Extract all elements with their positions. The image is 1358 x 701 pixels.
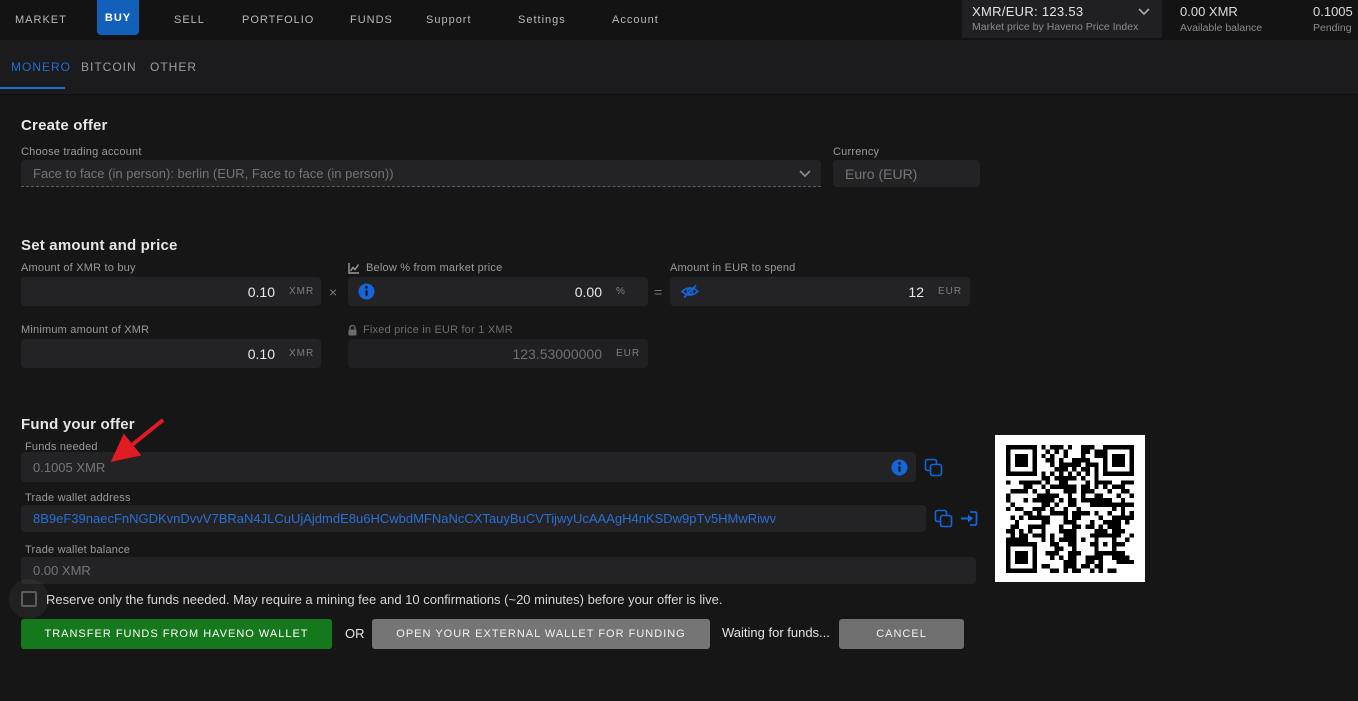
reserve-funds-checkbox[interactable] — [21, 591, 37, 607]
nav-item-settings[interactable]: Settings — [518, 0, 566, 40]
external-wallet-button[interactable]: OPEN YOUR EXTERNAL WALLET FOR FUNDING — [372, 619, 710, 649]
qr-code-image — [1006, 445, 1134, 573]
funds-needed-value: 0.1005 XMR — [33, 460, 891, 475]
available-balance: 0.00 XMR Available balance — [1180, 4, 1262, 34]
fixed-price-input: 123.53000000 EUR — [348, 339, 648, 368]
available-balance-label: Available balance — [1180, 22, 1262, 34]
transfer-funds-button[interactable]: TRANSFER FUNDS FROM HAVENO WALLET — [21, 619, 332, 649]
chevron-down-icon — [799, 170, 811, 178]
lock-icon — [348, 325, 357, 336]
amount-value: 0.10 — [33, 284, 275, 300]
trading-account-label: Choose trading account — [21, 146, 142, 158]
trading-account-value: Face to face (in person): berlin (EUR, F… — [33, 166, 394, 181]
nav-item-account[interactable]: Account — [612, 0, 659, 40]
pending-balance-label: Pending — [1313, 22, 1353, 34]
min-amount-value: 0.10 — [33, 346, 275, 362]
spend-input[interactable]: 12 EUR — [670, 277, 970, 306]
percent-label: Below % from market price — [366, 262, 502, 274]
nav-item-sell[interactable]: SELL — [174, 0, 205, 40]
amount-label: Amount of XMR to buy — [21, 262, 136, 274]
create-offer-panel: Create offer Choose trading account Face… — [0, 96, 1358, 701]
fixed-price-label-row: Fixed price in EUR for 1 XMR — [348, 324, 513, 336]
percent-input[interactable]: 0.00 % — [348, 277, 648, 306]
nav-item-funds[interactable]: FUNDS — [350, 0, 393, 40]
nav-item-portfolio[interactable]: PORTFOLIO — [242, 0, 314, 40]
spend-label: Amount in EUR to spend — [670, 262, 795, 274]
fixed-price-suffix: EUR — [602, 348, 644, 359]
waiting-for-funds-text: Waiting for funds... — [722, 625, 830, 640]
multiply-symbol: × — [329, 284, 337, 300]
pending-balance: 0.1005 Pending — [1313, 4, 1353, 34]
wallet-balance-value: 0.00 XMR — [33, 563, 91, 578]
market-price-selector[interactable]: XMR/EUR: 123.53 Market price by Haveno P… — [962, 0, 1162, 38]
amount-suffix: XMR — [275, 286, 317, 297]
fixed-price-value: 123.53000000 — [358, 346, 602, 362]
wallet-address-label: Trade wallet address — [25, 492, 131, 504]
percent-label-row: Below % from market price — [348, 262, 502, 274]
currency-value: Euro (EUR) — [845, 166, 917, 182]
chart-icon — [348, 263, 360, 274]
amount-price-title: Set amount and price — [21, 237, 178, 254]
min-amount-label: Minimum amount of XMR — [21, 324, 149, 336]
sub-nav-bar: MONERO BITCOIN OTHER — [0, 40, 1358, 95]
eye-slash-icon[interactable] — [680, 284, 700, 299]
tab-bitcoin[interactable]: BITCOIN — [81, 40, 137, 94]
amount-input[interactable]: 0.10 XMR — [21, 277, 321, 306]
copy-icon[interactable] — [924, 458, 943, 477]
open-in-wallet-icon[interactable] — [960, 509, 979, 528]
top-nav-bar: MARKET BUY SELL PORTFOLIO FUNDS Support … — [0, 0, 1358, 40]
market-price-subtitle: Market price by Haveno Price Index — [972, 21, 1152, 33]
pending-balance-value: 0.1005 — [1313, 4, 1353, 19]
info-icon[interactable] — [358, 283, 375, 300]
or-label: OR — [345, 626, 365, 641]
min-amount-suffix: XMR — [275, 348, 317, 359]
nav-item-market[interactable]: MARKET — [15, 0, 67, 40]
nav-item-buy[interactable]: BUY — [97, 0, 139, 35]
create-offer-title: Create offer — [21, 117, 108, 134]
nav-item-support[interactable]: Support — [426, 0, 472, 40]
trading-account-select[interactable]: Face to face (in person): berlin (EUR, F… — [21, 160, 821, 187]
currency-field[interactable]: Euro (EUR) — [833, 160, 980, 187]
spend-suffix: EUR — [924, 286, 966, 297]
active-tab-underline — [0, 87, 65, 89]
available-balance-value: 0.00 XMR — [1180, 4, 1262, 19]
fund-offer-title: Fund your offer — [21, 416, 135, 433]
wallet-address-value: 8B9eF39naecFnNGDKvnDvvV7BRaN4JLCuUjAjdmd… — [33, 511, 776, 526]
currency-label: Currency — [833, 146, 879, 158]
info-icon[interactable] — [891, 459, 908, 476]
equals-symbol: = — [654, 284, 662, 300]
fixed-price-label: Fixed price in EUR for 1 XMR — [363, 324, 513, 336]
chevron-down-icon — [1138, 8, 1150, 16]
market-price-pair: XMR/EUR: 123.53 — [972, 4, 1152, 19]
copy-icon[interactable] — [934, 509, 953, 528]
reserve-funds-checkbox-label: Reserve only the funds needed. May requi… — [46, 592, 723, 607]
wallet-address-field[interactable]: 8B9eF39naecFnNGDKvnDvvV7BRaN4JLCuUjAjdmd… — [21, 505, 926, 532]
cancel-button[interactable]: CANCEL — [839, 619, 964, 649]
funds-needed-field: 0.1005 XMR — [21, 452, 916, 482]
min-amount-input[interactable]: 0.10 XMR — [21, 339, 321, 368]
spend-value: 12 — [700, 284, 924, 300]
percent-value: 0.00 — [375, 284, 602, 300]
wallet-balance-label: Trade wallet balance — [25, 544, 130, 556]
tab-monero[interactable]: MONERO — [11, 40, 71, 94]
funding-qr-code[interactable] — [995, 435, 1145, 582]
wallet-balance-field: 0.00 XMR — [21, 557, 976, 584]
tab-other[interactable]: OTHER — [150, 40, 197, 94]
percent-suffix: % — [602, 286, 644, 297]
